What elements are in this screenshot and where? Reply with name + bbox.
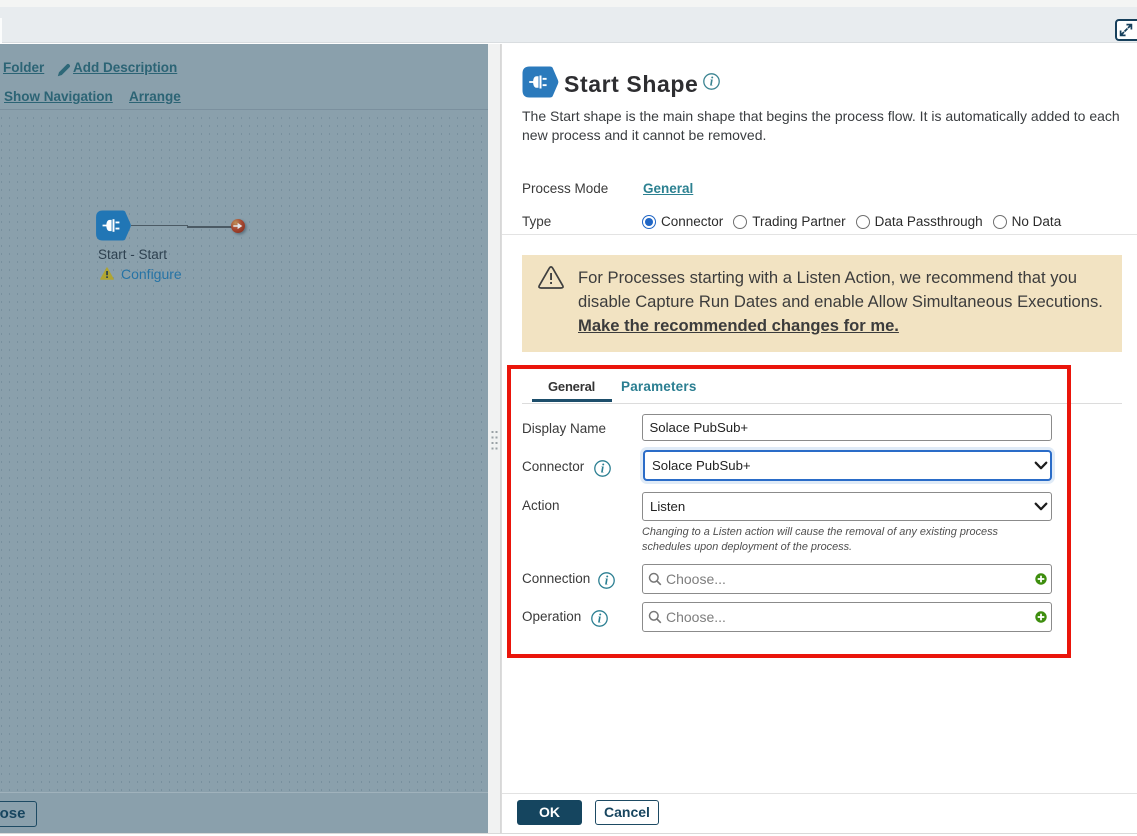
svg-text:i: i bbox=[710, 74, 714, 88]
